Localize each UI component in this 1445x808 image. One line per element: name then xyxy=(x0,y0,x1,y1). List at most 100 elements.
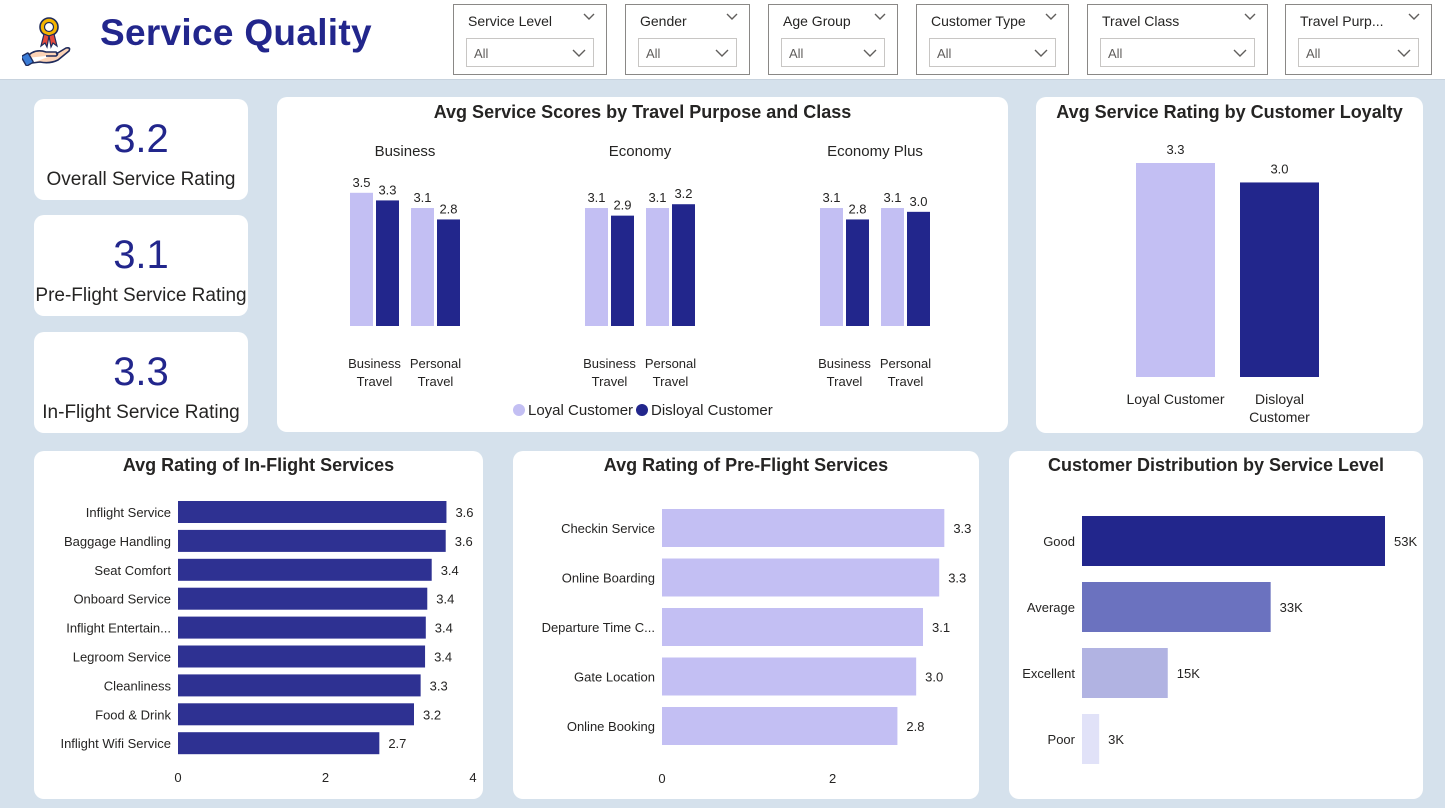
slicer-dropdown[interactable]: All xyxy=(638,38,737,67)
chart-card-distribution: Customer Distribution by Service Level G… xyxy=(1009,451,1423,799)
category-label: Inflight Entertain... xyxy=(66,621,171,636)
legend-marker-disloyal xyxy=(636,404,648,416)
bar xyxy=(178,501,447,523)
chart-card-loyalty: Avg Service Rating by Customer Loyalty 3… xyxy=(1036,97,1423,433)
chevron-down-icon[interactable] xyxy=(1232,45,1248,61)
slicer-dropdown[interactable]: All xyxy=(781,38,885,67)
bar xyxy=(662,707,898,745)
bar xyxy=(1082,516,1385,566)
category-label: Disloyal xyxy=(1255,391,1304,407)
slicer-dropdown[interactable]: All xyxy=(929,38,1056,67)
category-label: Business xyxy=(348,356,401,371)
chart-loyalty-svg: 3.3 3.0 Loyal Customer Disloyal Customer xyxy=(1126,142,1319,425)
data-label: 3.3 xyxy=(948,571,966,586)
kpi-card-preflight: 3.1 Pre-Flight Service Rating xyxy=(34,215,248,316)
data-label: 3.1 xyxy=(883,190,901,205)
tick-label: 0 xyxy=(658,771,665,786)
slicer-travel-class[interactable]: Travel Class All xyxy=(1087,4,1268,75)
chart-purpose-class-svg: Business 3.5 3.3 Business Travel 3.1 2.8 Person… xyxy=(348,143,931,419)
data-label: 3.1 xyxy=(648,190,666,205)
slicer-value: All xyxy=(937,46,952,61)
category-label: Excellent xyxy=(1022,666,1075,681)
slicer-label: Gender xyxy=(640,13,687,29)
chevron-down-icon[interactable] xyxy=(873,9,887,23)
category-label: Business xyxy=(583,356,636,371)
category-label: Travel xyxy=(418,374,454,389)
chart-card-preflight: Avg Rating of Pre-Flight Services Checki… xyxy=(513,451,979,799)
chevron-down-icon[interactable] xyxy=(714,45,730,61)
category-label: Checkin Service xyxy=(561,521,655,536)
data-label: 3.3 xyxy=(378,182,396,197)
slicer-gender[interactable]: Gender All xyxy=(625,4,750,75)
data-label: 33K xyxy=(1280,600,1303,615)
chevron-down-icon[interactable] xyxy=(725,9,739,23)
panel-label: Economy Plus xyxy=(827,143,923,160)
slicer-value: All xyxy=(789,46,804,61)
panel-label: Economy xyxy=(609,143,672,160)
slicer-label: Age Group xyxy=(783,13,851,29)
chevron-down-icon[interactable] xyxy=(1033,45,1049,61)
tick-label: 0 xyxy=(174,770,181,785)
bar xyxy=(662,657,917,696)
slicer-value: All xyxy=(474,46,489,61)
category-label: Onboard Service xyxy=(73,592,171,607)
data-label: 3.1 xyxy=(413,190,431,205)
data-label: 2.8 xyxy=(439,201,457,216)
bar-disloyal xyxy=(907,211,930,326)
data-label: 3.1 xyxy=(587,190,605,205)
data-label: 53K xyxy=(1394,534,1417,549)
chart-inflight-svg: Inflight Service 3.6 Baggage Handling 3.6 Se… xyxy=(60,501,477,785)
chevron-down-icon[interactable] xyxy=(1396,45,1412,61)
bar xyxy=(1082,648,1168,698)
bar xyxy=(1082,582,1271,632)
bar-disloyal xyxy=(672,204,695,326)
slicer-age-group[interactable]: Age Group All xyxy=(768,4,898,75)
category-label: Personal xyxy=(410,356,461,371)
kpi-card-inflight: 3.3 In-Flight Service Rating xyxy=(34,332,248,433)
category-label: Good xyxy=(1043,534,1075,549)
category-label: Seat Comfort xyxy=(94,563,171,578)
data-label: 3.0 xyxy=(925,670,943,685)
tick-label: 2 xyxy=(829,771,836,786)
slicer-travel-purpose[interactable]: Travel Purp... All xyxy=(1285,4,1432,75)
bar xyxy=(178,616,426,639)
slicer-dropdown[interactable]: All xyxy=(466,38,594,67)
kpi-label: Overall Service Rating xyxy=(46,169,236,190)
bar xyxy=(662,509,945,547)
category-label: Customer xyxy=(1249,409,1310,425)
data-label: 2.8 xyxy=(848,201,866,216)
bar xyxy=(662,558,940,597)
data-label: 3.5 xyxy=(352,175,370,190)
slicer-service-level[interactable]: Service Level All xyxy=(453,4,607,75)
data-label: 2.9 xyxy=(613,198,631,213)
category-label: Online Boarding xyxy=(562,571,655,586)
data-label: 3.3 xyxy=(430,678,448,693)
chevron-down-icon[interactable] xyxy=(1407,9,1421,23)
data-label: 3.0 xyxy=(909,194,927,209)
bar-loyal xyxy=(411,208,434,326)
chevron-down-icon[interactable] xyxy=(1243,9,1257,23)
tick-label: 2 xyxy=(322,770,329,785)
data-label: 3.6 xyxy=(455,534,473,549)
chevron-down-icon[interactable] xyxy=(582,9,596,23)
slicer-label: Travel Purp... xyxy=(1300,13,1384,29)
category-label: Food & Drink xyxy=(95,707,171,722)
chevron-down-icon[interactable] xyxy=(862,45,878,61)
slicer-dropdown[interactable]: All xyxy=(1298,38,1419,67)
category-label: Travel xyxy=(827,374,863,389)
data-label: 15K xyxy=(1177,666,1200,681)
chevron-down-icon[interactable] xyxy=(1044,9,1058,23)
chevron-down-icon[interactable] xyxy=(571,45,587,61)
category-label: Personal xyxy=(645,356,696,371)
kpi-label: Pre-Flight Service Rating xyxy=(35,285,247,306)
data-label: 3.2 xyxy=(423,707,441,722)
bar-loyal xyxy=(1136,163,1215,377)
panel-label: Business xyxy=(375,143,436,160)
slicer-customer-type[interactable]: Customer Type All xyxy=(916,4,1069,75)
slicer-dropdown[interactable]: All xyxy=(1100,38,1255,67)
kpi-label: In-Flight Service Rating xyxy=(42,402,240,423)
chart-preflight-svg: Checkin Service 3.3 Online Boarding 3.3 Depa… xyxy=(542,509,971,786)
slicer-label: Service Level xyxy=(468,13,553,29)
bar xyxy=(178,703,414,726)
data-label: 3K xyxy=(1108,732,1124,747)
